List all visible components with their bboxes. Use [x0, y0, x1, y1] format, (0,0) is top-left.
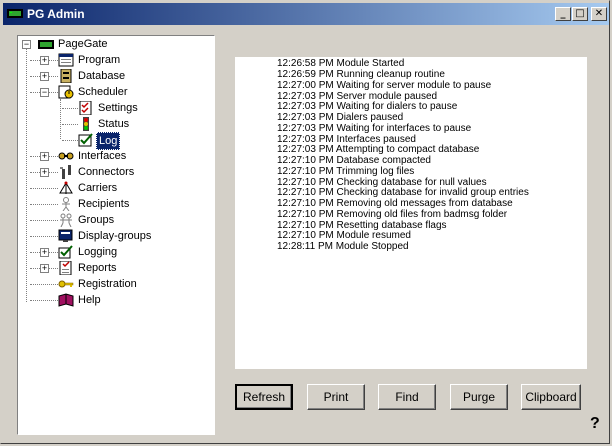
expand-icon[interactable]: +: [40, 152, 49, 161]
tree-item-display-groups[interactable]: Display-groups: [20, 228, 210, 244]
tree-item-label: Database: [78, 70, 126, 82]
settings-icon: [79, 101, 92, 115]
log-entry: 12:27:00 PM Waiting for server module to…: [277, 80, 492, 91]
tree-item-reports[interactable]: + Reports: [20, 260, 210, 276]
key-icon: [58, 280, 74, 288]
collapse-icon[interactable]: −: [40, 88, 49, 97]
tree-item-recipients[interactable]: Recipients: [20, 196, 210, 212]
expand-icon[interactable]: +: [40, 56, 49, 65]
window-title: PG Admin: [27, 7, 85, 21]
log-entry: 12:27:10 PM Removing old files from badm…: [277, 209, 508, 220]
scheduler-icon: [58, 85, 74, 99]
clipboard-button[interactable]: Clipboard: [521, 384, 581, 410]
log-icon: [78, 133, 93, 147]
tree-item-label: Reports: [78, 262, 117, 274]
collapse-icon[interactable]: −: [22, 40, 31, 49]
log-view[interactable]: 12:26:58 PM Module Started 12:26:59 PM R…: [235, 57, 587, 369]
tree-item-label: Program: [78, 54, 121, 66]
tree-item-label: Groups: [78, 214, 115, 226]
log-entry: 12:27:03 PM Waiting for dialers to pause: [277, 101, 458, 112]
connectors-icon: [60, 165, 71, 179]
tree-item-connectors[interactable]: + Connectors: [20, 164, 210, 180]
groups-icon: [60, 213, 72, 227]
expand-icon[interactable]: +: [40, 72, 49, 81]
maximize-button[interactable]: □: [572, 7, 588, 21]
log-entry: 12:27:10 PM Database compacted: [277, 155, 431, 166]
help-icon[interactable]: ?: [590, 415, 600, 433]
tree-item-scheduler[interactable]: − Scheduler: [20, 84, 210, 100]
interfaces-icon: [58, 152, 74, 160]
tree-item-program[interactable]: + Program: [20, 52, 210, 68]
tree-item-database[interactable]: + Database: [20, 68, 210, 84]
status-icon: [83, 117, 89, 131]
log-entry: 12:27:03 PM Attempting to compact databa…: [277, 144, 480, 155]
tree-item-carriers[interactable]: Carriers: [20, 180, 210, 196]
log-entry: 12:27:03 PM Waiting for interfaces to pa…: [277, 123, 472, 134]
log-entry: 12:27:10 PM Removing old messages from d…: [277, 198, 513, 209]
tree-item-groups[interactable]: Groups: [20, 212, 210, 228]
recipients-icon: [62, 197, 70, 211]
log-entry: 12:27:03 PM Dialers paused: [277, 112, 404, 123]
tree-item-label: Interfaces: [78, 150, 127, 162]
tree-item-label: Carriers: [78, 182, 118, 194]
expand-icon[interactable]: +: [40, 168, 49, 177]
minimize-button[interactable]: _: [555, 7, 571, 21]
tree-item-registration[interactable]: Registration: [20, 276, 210, 292]
log-entry: 12:26:59 PM Running cleanup routine: [277, 69, 445, 80]
tree-item-help[interactable]: Help: [20, 292, 210, 308]
tree-item-label: Recipients: [78, 198, 130, 210]
print-button[interactable]: Print: [307, 384, 365, 410]
log-entry: 12:28:11 PM Module Stopped: [277, 241, 409, 252]
tree-item-settings[interactable]: Settings: [20, 100, 210, 116]
reports-icon: [59, 261, 72, 275]
log-entry: 12:26:58 PM Module Started: [277, 58, 405, 69]
tree-item-status[interactable]: Status: [20, 116, 210, 132]
pager-icon: [38, 40, 54, 49]
tree-item-label: Display-groups: [78, 230, 152, 242]
tree-item-label: PageGate: [58, 38, 108, 50]
tree-item-label: Help: [78, 294, 101, 306]
log-entry: 12:27:10 PM Module resumed: [277, 230, 411, 241]
expand-icon[interactable]: +: [40, 248, 49, 257]
navigation-tree[interactable]: − PageGate + Program + Database − Schedu…: [17, 35, 215, 435]
database-icon: [60, 69, 72, 83]
display-groups-icon: [58, 229, 73, 242]
refresh-button[interactable]: Refresh: [235, 384, 293, 410]
expand-icon[interactable]: +: [40, 264, 49, 273]
book-icon: [58, 293, 74, 307]
program-icon: [58, 53, 74, 67]
title-bar: PG Admin _ □ ✕: [3, 3, 609, 25]
tree-item-label: Registration: [78, 278, 137, 290]
tree-item-label: Connectors: [78, 166, 135, 178]
purge-button[interactable]: Purge: [450, 384, 508, 410]
carriers-icon: [59, 181, 73, 194]
log-entry: 12:27:10 PM Trimming log files: [277, 166, 415, 177]
tree-item-label: Status: [98, 118, 130, 130]
tree-item-pagegate[interactable]: − PageGate: [20, 36, 210, 52]
tree-item-label: Settings: [98, 102, 138, 114]
find-button[interactable]: Find: [378, 384, 436, 410]
log-entry: 12:27:10 PM Checking database for invali…: [277, 187, 529, 198]
tree-item-label: Logging: [78, 246, 118, 258]
pager-icon: [7, 9, 23, 18]
close-button[interactable]: ✕: [591, 7, 607, 21]
tree-item-interfaces[interactable]: + Interfaces: [20, 148, 210, 164]
logging-icon: [58, 245, 73, 259]
tree-item-logging[interactable]: + Logging: [20, 244, 210, 260]
tree-item-label: Scheduler: [78, 86, 128, 98]
tree-item-log[interactable]: Log: [20, 132, 210, 150]
pg-admin-window: PG Admin _ □ ✕ − PageGate + Program + Da…: [0, 0, 610, 444]
